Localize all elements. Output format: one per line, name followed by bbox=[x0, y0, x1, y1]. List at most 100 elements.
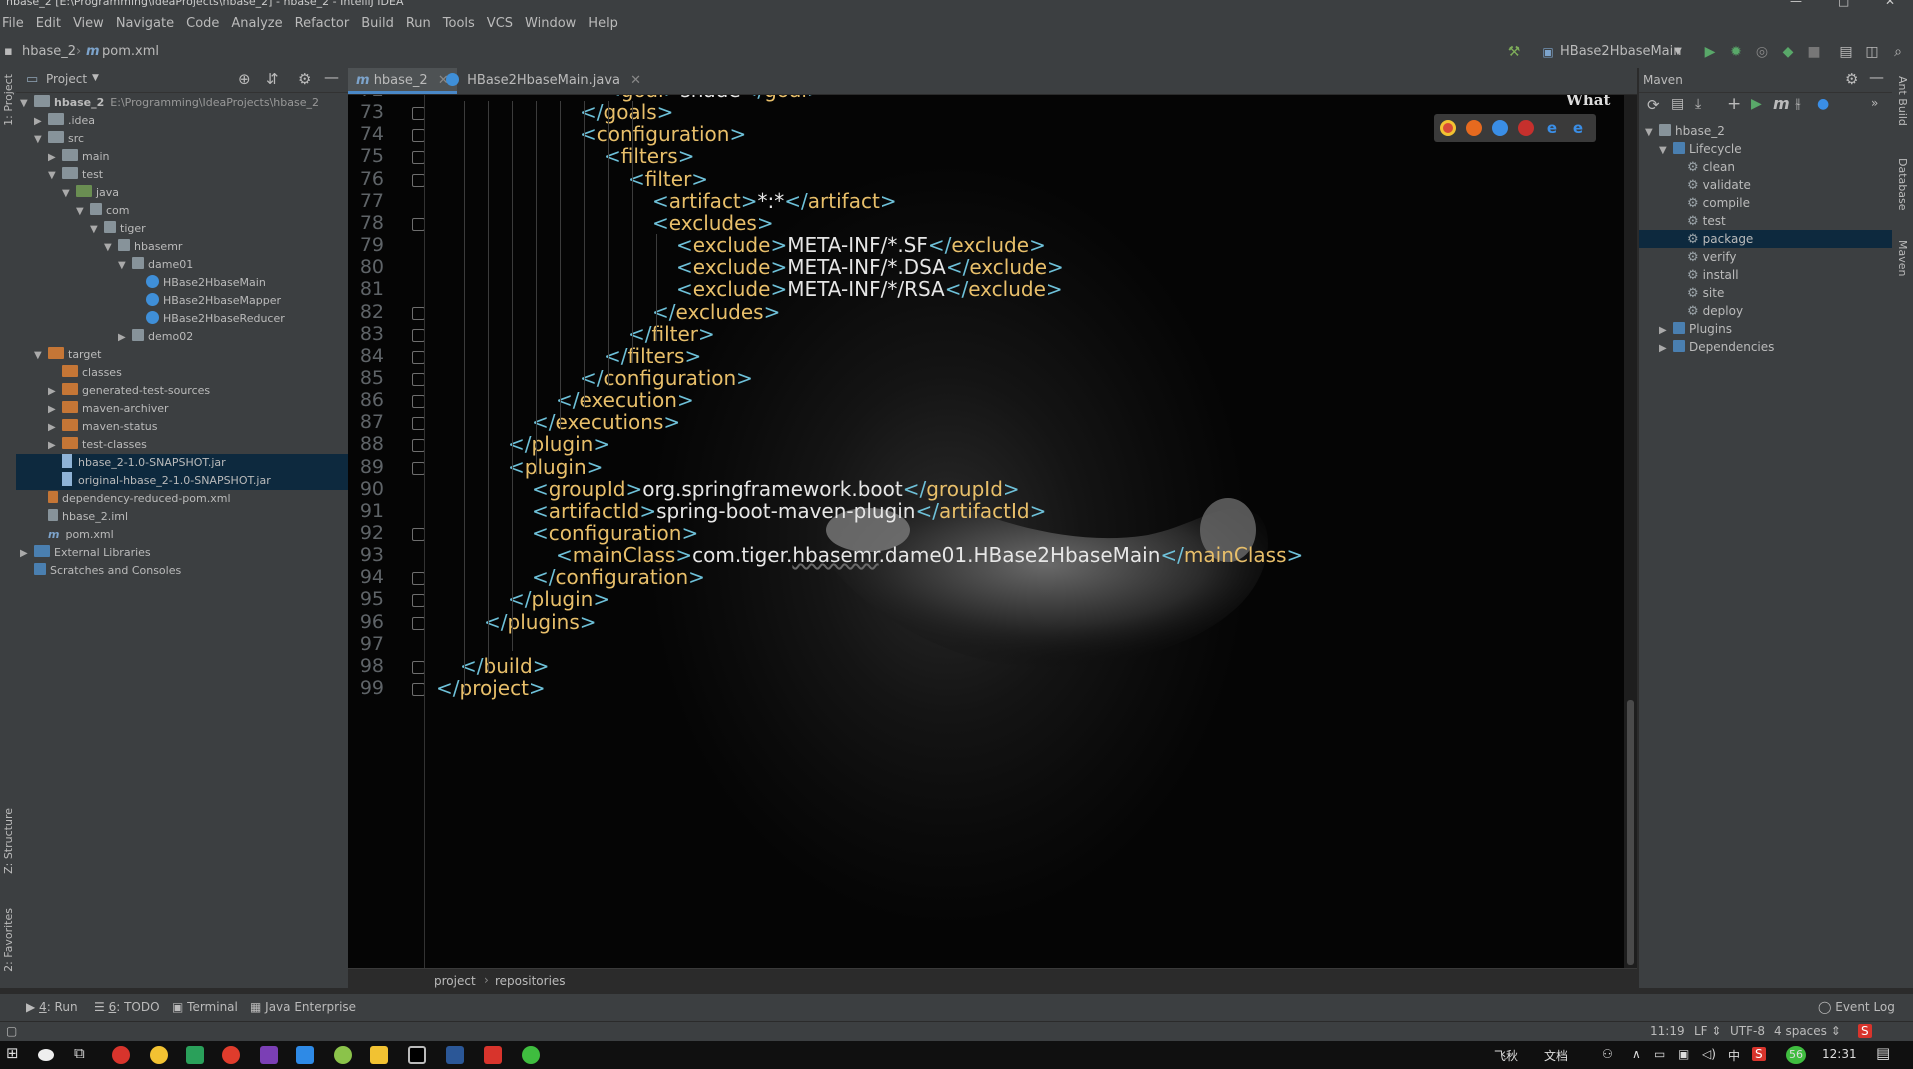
locate-icon[interactable]: ⊕ bbox=[238, 70, 251, 88]
app-icon[interactable] bbox=[186, 1046, 204, 1064]
tree-item[interactable]: classes bbox=[16, 364, 348, 382]
tree-item[interactable]: ▶ External Libraries bbox=[16, 544, 348, 562]
expand-down-icon[interactable]: ▼ bbox=[104, 239, 118, 257]
chevron-down-icon[interactable]: ▼ bbox=[1668, 42, 1688, 62]
intellij-icon[interactable] bbox=[408, 1046, 426, 1064]
close-icon[interactable]: ✕ bbox=[630, 73, 641, 88]
menu-help[interactable]: Help bbox=[582, 16, 624, 31]
chrome-icon[interactable] bbox=[1440, 120, 1456, 136]
expand-down-icon[interactable]: ▼ bbox=[48, 167, 62, 185]
event-log-button[interactable]: ◯ Event Log bbox=[1818, 1000, 1895, 1014]
tree-item[interactable]: ▼ hbasemr bbox=[16, 238, 348, 256]
collapse-right-icon[interactable]: ▶ bbox=[34, 113, 48, 131]
tree-item[interactable]: ▶ generated-test-sources bbox=[16, 382, 348, 400]
media-icon[interactable] bbox=[296, 1046, 314, 1064]
structure-tool-tab[interactable]: Z: Structure bbox=[2, 808, 15, 874]
tab-main-java[interactable]: HBase2HbaseMain.java ✕ bbox=[438, 68, 649, 94]
caret-position[interactable]: 11:19 bbox=[1650, 1024, 1685, 1038]
coverage-icon[interactable]: ◎ bbox=[1752, 42, 1772, 62]
weibo-icon[interactable] bbox=[222, 1046, 240, 1064]
stop-icon[interactable]: ■ bbox=[1804, 42, 1824, 62]
reload-icon[interactable]: ⟳ bbox=[1647, 96, 1660, 114]
badge-count[interactable]: 56 bbox=[1786, 1046, 1806, 1064]
download-icon[interactable]: ⤓ bbox=[1695, 96, 1701, 112]
expand-down-icon[interactable]: ▼ bbox=[62, 185, 76, 203]
encoding[interactable]: UTF-8 bbox=[1730, 1024, 1765, 1038]
lifecycle-phase-deploy[interactable]: ⚙ deploy bbox=[1639, 302, 1893, 320]
gear-icon[interactable]: ⚙ bbox=[1845, 70, 1858, 88]
ie-icon[interactable]: e bbox=[1544, 120, 1560, 136]
collapse-right-icon[interactable]: ▶ bbox=[1659, 340, 1673, 358]
menu-edit[interactable]: Edit bbox=[30, 16, 67, 31]
wechat-icon[interactable] bbox=[522, 1046, 540, 1064]
menu-code[interactable]: Code bbox=[180, 16, 225, 31]
task-view-icon[interactable]: ⧉ bbox=[74, 1044, 85, 1062]
app-icon[interactable] bbox=[484, 1046, 502, 1064]
menu-view[interactable]: View bbox=[67, 16, 110, 31]
tree-item[interactable]: HBase2HbaseMain bbox=[16, 274, 348, 292]
tree-item[interactable]: ▶ maven-status bbox=[16, 418, 348, 436]
collapse-right-icon[interactable]: ▶ bbox=[48, 419, 62, 437]
collapse-icon[interactable]: ⇵ bbox=[266, 70, 279, 88]
collapse-right-icon[interactable]: ▶ bbox=[48, 383, 62, 401]
terminal-tool-button[interactable]: ▣ Terminal bbox=[172, 1000, 238, 1014]
tree-item[interactable]: original-hbase_2-1.0-SNAPSHOT.jar bbox=[16, 472, 348, 490]
skip-tests-icon[interactable]: ● bbox=[1817, 96, 1829, 112]
windows-start-icon[interactable]: ⊞ bbox=[6, 1044, 19, 1062]
hide-icon[interactable]: — bbox=[324, 68, 339, 86]
project-view-select[interactable]: Project bbox=[46, 72, 87, 86]
tree-item[interactable]: ▼ target bbox=[16, 346, 348, 364]
tree-item[interactable]: ▶ .idea bbox=[16, 112, 348, 130]
menu-refactor[interactable]: Refactor bbox=[289, 16, 356, 31]
nav-project[interactable]: hbase_2 bbox=[22, 44, 76, 59]
lifecycle-phase-verify[interactable]: ⚙ verify bbox=[1639, 248, 1893, 266]
layout-icon[interactable]: ◫ bbox=[1862, 42, 1882, 62]
menu-file[interactable]: File bbox=[0, 16, 30, 31]
tree-item[interactable]: ▶ main bbox=[16, 148, 348, 166]
tree-item[interactable]: ▼ java bbox=[16, 184, 348, 202]
maven-plugins[interactable]: ▶ Plugins bbox=[1639, 320, 1893, 338]
collapse-right-icon[interactable]: ▶ bbox=[48, 437, 62, 455]
monitor-icon[interactable]: ▣ bbox=[1678, 1047, 1689, 1061]
people-icon[interactable]: ⚇ bbox=[1602, 1047, 1613, 1061]
tree-item[interactable]: ▼ hbase_2 E:\Programming\IdeaProjects\hbas… bbox=[16, 94, 348, 112]
tree-item[interactable]: ▼ com bbox=[16, 202, 348, 220]
run-config-select[interactable]: HBase2HbaseMain bbox=[1560, 44, 1682, 59]
ime-indicator[interactable]: 中 bbox=[1728, 1047, 1740, 1064]
onenote-icon[interactable] bbox=[260, 1046, 278, 1064]
run-icon[interactable]: ▶ bbox=[1751, 96, 1762, 112]
expand-down-icon[interactable]: ▼ bbox=[90, 221, 104, 239]
clock[interactable]: 12:31 bbox=[1822, 1047, 1857, 1061]
maven-dependencies[interactable]: ▶ Dependencies bbox=[1639, 338, 1893, 356]
collapse-right-icon[interactable]: ▶ bbox=[118, 329, 132, 347]
hide-icon[interactable]: — bbox=[1869, 68, 1884, 86]
word-icon[interactable] bbox=[446, 1046, 464, 1064]
maven-lifecycle[interactable]: ▼ Lifecycle bbox=[1639, 140, 1893, 158]
tree-item[interactable]: ▶ demo02 bbox=[16, 328, 348, 346]
tree-item[interactable]: hbase_2.iml bbox=[16, 508, 348, 526]
tree-item[interactable]: m pom.xml bbox=[16, 526, 348, 544]
expand-down-icon[interactable]: ▼ bbox=[20, 95, 34, 113]
browser-icon[interactable] bbox=[334, 1046, 352, 1064]
lifecycle-phase-package[interactable]: ⚙ package bbox=[1639, 230, 1893, 248]
lifecycle-phase-install[interactable]: ⚙ install bbox=[1639, 266, 1893, 284]
toggle-offline-icon[interactable]: ⫳ bbox=[1795, 96, 1801, 112]
tray-documents[interactable]: 文档 bbox=[1544, 1047, 1568, 1064]
lifecycle-phase-clean[interactable]: ⚙ clean bbox=[1639, 158, 1893, 176]
menu-window[interactable]: Window bbox=[519, 16, 582, 31]
todo-tool-button[interactable]: ☰ 6: TODO bbox=[94, 1000, 160, 1014]
breadcrumb-repositories[interactable]: repositories bbox=[495, 974, 566, 988]
collapse-right-icon[interactable]: ▶ bbox=[20, 545, 34, 563]
breadcrumb-project[interactable]: project bbox=[434, 974, 476, 988]
generate-sources-icon[interactable]: ▤ bbox=[1671, 96, 1684, 112]
tree-item[interactable]: ▼ test bbox=[16, 166, 348, 184]
status-toggle-icon[interactable]: ▢ bbox=[6, 1024, 17, 1038]
chevron-down-icon[interactable]: ▼ bbox=[92, 73, 99, 83]
tree-item[interactable]: HBase2HbaseMapper bbox=[16, 292, 348, 310]
menu-analyze[interactable]: Analyze bbox=[225, 16, 288, 31]
collapse-right-icon[interactable]: ▶ bbox=[48, 149, 62, 167]
gear-icon[interactable]: ⚙ bbox=[298, 70, 311, 88]
tree-item[interactable]: ▼ src bbox=[16, 130, 348, 148]
maven-project[interactable]: ▼ hbase_2 bbox=[1639, 122, 1893, 140]
safari-icon[interactable] bbox=[1492, 120, 1508, 136]
